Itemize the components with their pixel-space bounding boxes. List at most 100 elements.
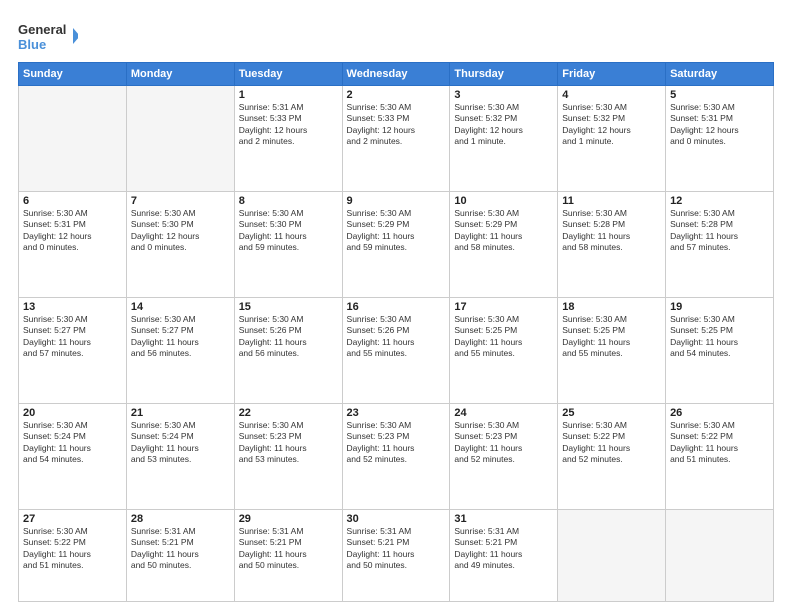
day-info: Sunrise: 5:30 AM Sunset: 5:22 PM Dayligh… xyxy=(670,420,769,466)
day-info: Sunrise: 5:30 AM Sunset: 5:30 PM Dayligh… xyxy=(131,208,230,254)
calendar-header-tuesday: Tuesday xyxy=(234,63,342,86)
calendar-cell: 18Sunrise: 5:30 AM Sunset: 5:25 PM Dayli… xyxy=(558,297,666,403)
day-info: Sunrise: 5:30 AM Sunset: 5:23 PM Dayligh… xyxy=(347,420,446,466)
day-number: 7 xyxy=(131,195,230,207)
calendar-header-thursday: Thursday xyxy=(450,63,558,86)
calendar-cell: 5Sunrise: 5:30 AM Sunset: 5:31 PM Daylig… xyxy=(666,86,774,192)
day-number: 16 xyxy=(347,301,446,313)
calendar-header-sunday: Sunday xyxy=(19,63,127,86)
calendar-week-row: 27Sunrise: 5:30 AM Sunset: 5:22 PM Dayli… xyxy=(19,509,774,601)
day-number: 21 xyxy=(131,407,230,419)
day-number: 1 xyxy=(239,89,338,101)
day-number: 14 xyxy=(131,301,230,313)
day-number: 22 xyxy=(239,407,338,419)
day-info: Sunrise: 5:30 AM Sunset: 5:26 PM Dayligh… xyxy=(347,314,446,360)
day-number: 24 xyxy=(454,407,553,419)
calendar-cell: 24Sunrise: 5:30 AM Sunset: 5:23 PM Dayli… xyxy=(450,403,558,509)
svg-text:Blue: Blue xyxy=(18,37,46,52)
day-number: 28 xyxy=(131,513,230,525)
day-number: 4 xyxy=(562,89,661,101)
day-number: 12 xyxy=(670,195,769,207)
calendar-cell: 6Sunrise: 5:30 AM Sunset: 5:31 PM Daylig… xyxy=(19,191,127,297)
calendar-cell: 20Sunrise: 5:30 AM Sunset: 5:24 PM Dayli… xyxy=(19,403,127,509)
day-number: 20 xyxy=(23,407,122,419)
calendar-cell: 21Sunrise: 5:30 AM Sunset: 5:24 PM Dayli… xyxy=(126,403,234,509)
calendar-cell: 17Sunrise: 5:30 AM Sunset: 5:25 PM Dayli… xyxy=(450,297,558,403)
day-number: 17 xyxy=(454,301,553,313)
calendar-cell: 16Sunrise: 5:30 AM Sunset: 5:26 PM Dayli… xyxy=(342,297,450,403)
day-info: Sunrise: 5:31 AM Sunset: 5:21 PM Dayligh… xyxy=(239,526,338,572)
calendar-cell: 31Sunrise: 5:31 AM Sunset: 5:21 PM Dayli… xyxy=(450,509,558,601)
calendar-cell: 14Sunrise: 5:30 AM Sunset: 5:27 PM Dayli… xyxy=(126,297,234,403)
day-info: Sunrise: 5:30 AM Sunset: 5:25 PM Dayligh… xyxy=(562,314,661,360)
day-info: Sunrise: 5:30 AM Sunset: 5:32 PM Dayligh… xyxy=(454,102,553,148)
calendar-cell: 29Sunrise: 5:31 AM Sunset: 5:21 PM Dayli… xyxy=(234,509,342,601)
day-number: 5 xyxy=(670,89,769,101)
calendar-cell: 19Sunrise: 5:30 AM Sunset: 5:25 PM Dayli… xyxy=(666,297,774,403)
calendar-week-row: 1Sunrise: 5:31 AM Sunset: 5:33 PM Daylig… xyxy=(19,86,774,192)
day-info: Sunrise: 5:30 AM Sunset: 5:33 PM Dayligh… xyxy=(347,102,446,148)
calendar-cell: 1Sunrise: 5:31 AM Sunset: 5:33 PM Daylig… xyxy=(234,86,342,192)
day-info: Sunrise: 5:30 AM Sunset: 5:29 PM Dayligh… xyxy=(347,208,446,254)
day-info: Sunrise: 5:30 AM Sunset: 5:23 PM Dayligh… xyxy=(239,420,338,466)
svg-text:General: General xyxy=(18,22,66,37)
day-info: Sunrise: 5:31 AM Sunset: 5:33 PM Dayligh… xyxy=(239,102,338,148)
calendar-cell: 13Sunrise: 5:30 AM Sunset: 5:27 PM Dayli… xyxy=(19,297,127,403)
day-number: 8 xyxy=(239,195,338,207)
calendar-cell: 22Sunrise: 5:30 AM Sunset: 5:23 PM Dayli… xyxy=(234,403,342,509)
calendar-cell xyxy=(19,86,127,192)
day-number: 10 xyxy=(454,195,553,207)
calendar-cell: 2Sunrise: 5:30 AM Sunset: 5:33 PM Daylig… xyxy=(342,86,450,192)
day-number: 6 xyxy=(23,195,122,207)
day-info: Sunrise: 5:30 AM Sunset: 5:25 PM Dayligh… xyxy=(454,314,553,360)
calendar-cell: 26Sunrise: 5:30 AM Sunset: 5:22 PM Dayli… xyxy=(666,403,774,509)
calendar-cell: 10Sunrise: 5:30 AM Sunset: 5:29 PM Dayli… xyxy=(450,191,558,297)
calendar-week-row: 20Sunrise: 5:30 AM Sunset: 5:24 PM Dayli… xyxy=(19,403,774,509)
logo-svg: General Blue xyxy=(18,18,78,54)
day-number: 2 xyxy=(347,89,446,101)
calendar-cell: 25Sunrise: 5:30 AM Sunset: 5:22 PM Dayli… xyxy=(558,403,666,509)
calendar-cell: 7Sunrise: 5:30 AM Sunset: 5:30 PM Daylig… xyxy=(126,191,234,297)
day-number: 27 xyxy=(23,513,122,525)
day-info: Sunrise: 5:30 AM Sunset: 5:29 PM Dayligh… xyxy=(454,208,553,254)
day-number: 13 xyxy=(23,301,122,313)
day-number: 23 xyxy=(347,407,446,419)
day-number: 3 xyxy=(454,89,553,101)
calendar-cell: 4Sunrise: 5:30 AM Sunset: 5:32 PM Daylig… xyxy=(558,86,666,192)
day-info: Sunrise: 5:30 AM Sunset: 5:27 PM Dayligh… xyxy=(131,314,230,360)
day-info: Sunrise: 5:30 AM Sunset: 5:27 PM Dayligh… xyxy=(23,314,122,360)
day-info: Sunrise: 5:30 AM Sunset: 5:24 PM Dayligh… xyxy=(131,420,230,466)
header: General Blue xyxy=(18,18,774,54)
day-info: Sunrise: 5:30 AM Sunset: 5:24 PM Dayligh… xyxy=(23,420,122,466)
day-info: Sunrise: 5:30 AM Sunset: 5:22 PM Dayligh… xyxy=(23,526,122,572)
day-info: Sunrise: 5:31 AM Sunset: 5:21 PM Dayligh… xyxy=(131,526,230,572)
day-number: 18 xyxy=(562,301,661,313)
calendar-cell: 27Sunrise: 5:30 AM Sunset: 5:22 PM Dayli… xyxy=(19,509,127,601)
calendar-table: SundayMondayTuesdayWednesdayThursdayFrid… xyxy=(18,62,774,602)
calendar-cell xyxy=(558,509,666,601)
calendar-header-wednesday: Wednesday xyxy=(342,63,450,86)
day-number: 15 xyxy=(239,301,338,313)
calendar-header-friday: Friday xyxy=(558,63,666,86)
calendar-header-monday: Monday xyxy=(126,63,234,86)
day-number: 25 xyxy=(562,407,661,419)
calendar-cell: 8Sunrise: 5:30 AM Sunset: 5:30 PM Daylig… xyxy=(234,191,342,297)
day-info: Sunrise: 5:31 AM Sunset: 5:21 PM Dayligh… xyxy=(454,526,553,572)
day-info: Sunrise: 5:30 AM Sunset: 5:30 PM Dayligh… xyxy=(239,208,338,254)
calendar-header-saturday: Saturday xyxy=(666,63,774,86)
day-number: 26 xyxy=(670,407,769,419)
calendar-cell: 12Sunrise: 5:30 AM Sunset: 5:28 PM Dayli… xyxy=(666,191,774,297)
calendar-cell: 9Sunrise: 5:30 AM Sunset: 5:29 PM Daylig… xyxy=(342,191,450,297)
calendar-header-row: SundayMondayTuesdayWednesdayThursdayFrid… xyxy=(19,63,774,86)
calendar-week-row: 13Sunrise: 5:30 AM Sunset: 5:27 PM Dayli… xyxy=(19,297,774,403)
day-info: Sunrise: 5:30 AM Sunset: 5:26 PM Dayligh… xyxy=(239,314,338,360)
calendar-cell xyxy=(666,509,774,601)
day-number: 9 xyxy=(347,195,446,207)
day-info: Sunrise: 5:30 AM Sunset: 5:28 PM Dayligh… xyxy=(670,208,769,254)
calendar-cell: 28Sunrise: 5:31 AM Sunset: 5:21 PM Dayli… xyxy=(126,509,234,601)
day-number: 11 xyxy=(562,195,661,207)
day-number: 31 xyxy=(454,513,553,525)
calendar-cell: 3Sunrise: 5:30 AM Sunset: 5:32 PM Daylig… xyxy=(450,86,558,192)
calendar-cell: 23Sunrise: 5:30 AM Sunset: 5:23 PM Dayli… xyxy=(342,403,450,509)
day-number: 19 xyxy=(670,301,769,313)
